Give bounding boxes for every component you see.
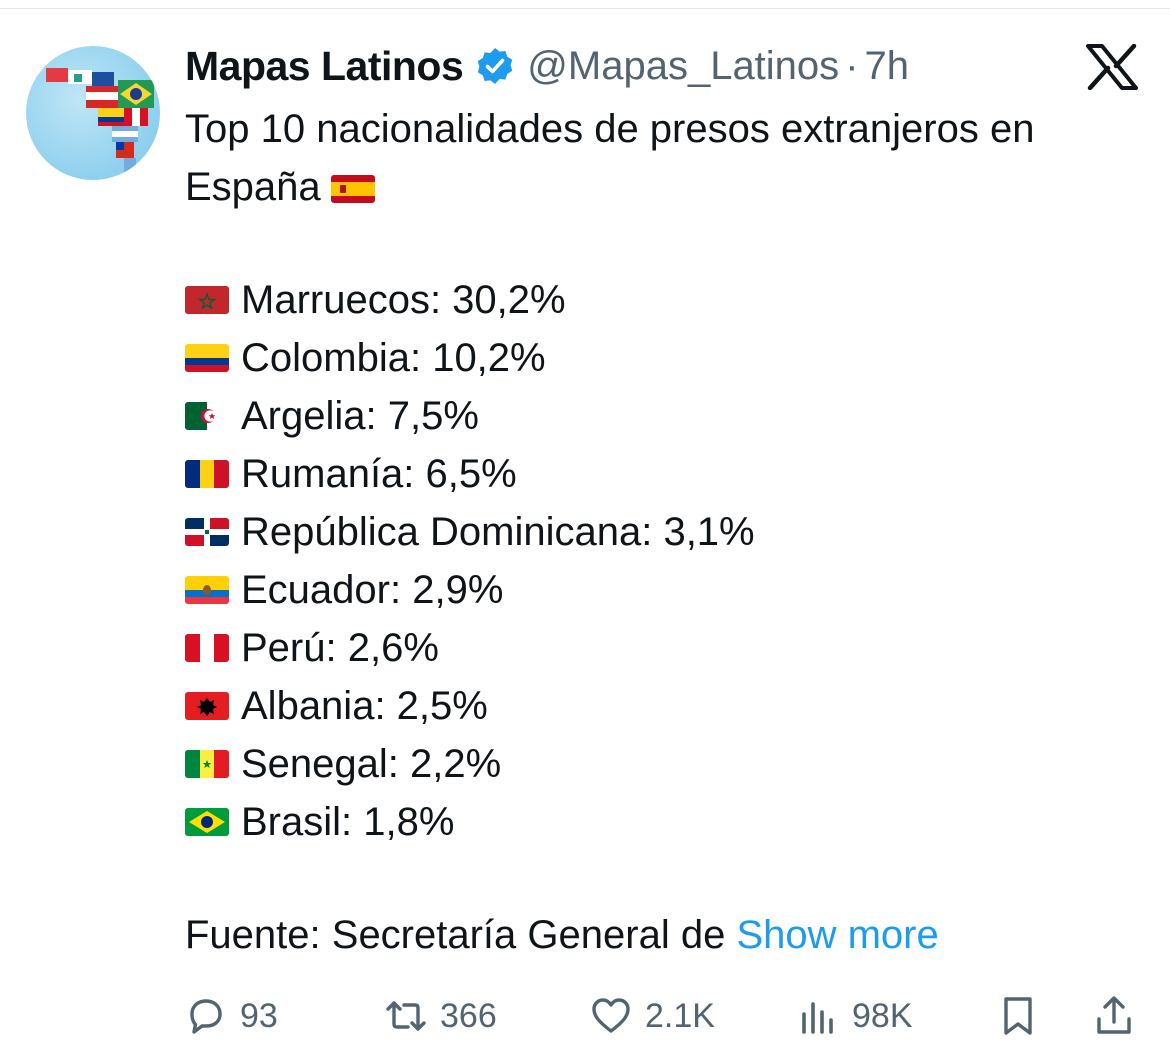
- author-handle[interactable]: @Mapas_Latinos: [527, 44, 839, 89]
- list-item-text: Colombia: 10,2%: [241, 335, 546, 380]
- share-icon: [1097, 996, 1131, 1034]
- tweet-header: Mapas Latinos @Mapas_Latinos · 7h: [185, 38, 909, 94]
- list-item: República Dominicana: 3,1%: [185, 503, 755, 561]
- ecuador-flag-icon: [185, 576, 229, 604]
- reply-count: 93: [240, 996, 278, 1035]
- list-item: Rumanía: 6,5%: [185, 445, 755, 503]
- list-item-text: Senegal: 2,2%: [241, 741, 502, 786]
- source-text: Fuente: Secretaría General de: [185, 913, 737, 957]
- tweet-headline: Top 10 nacionalidades de presos extranje…: [185, 100, 1155, 219]
- list-item: Ecuador: 2,9%: [185, 561, 755, 619]
- list-item: Brasil: 1,8%: [185, 793, 755, 851]
- retweet-icon: [386, 1001, 426, 1031]
- x-logo-icon: [1086, 44, 1138, 90]
- list-item: Albania: 2,5%: [185, 677, 755, 735]
- peru-flag-icon: [185, 634, 229, 662]
- list-item: Colombia: 10,2%: [185, 329, 755, 387]
- romania-flag-icon: [185, 460, 229, 488]
- separator-dot: ·: [845, 43, 859, 88]
- retweet-button[interactable]: 366: [384, 988, 497, 1044]
- dominican-republic-flag-icon: [185, 518, 229, 546]
- brazil-flag-icon: [185, 808, 229, 836]
- spain-flag-icon: [330, 161, 375, 219]
- author-display-name[interactable]: Mapas Latinos: [185, 43, 464, 90]
- source-line: Fuente: Secretaría General de Show more: [185, 906, 939, 964]
- list-item-text: Perú: 2,6%: [241, 625, 439, 670]
- list-item: Senegal: 2,2%: [185, 735, 755, 793]
- headline-text: Top 10 nacionalidades de presos extranje…: [185, 107, 1035, 209]
- show-more-link[interactable]: Show more: [736, 913, 938, 957]
- list-item: Argelia: 7,5%: [185, 387, 755, 445]
- view-count: 98K: [852, 996, 913, 1035]
- tweet-timestamp[interactable]: 7h: [865, 44, 910, 89]
- list-item-text: Ecuador: 2,9%: [241, 567, 504, 612]
- retweet-count: 366: [440, 996, 497, 1035]
- reply-button[interactable]: 93: [184, 988, 278, 1044]
- views-button[interactable]: 98K: [796, 988, 913, 1044]
- verified-badge-icon: [478, 48, 513, 84]
- algeria-flag-icon: [185, 402, 229, 430]
- share-button[interactable]: [1092, 988, 1148, 1044]
- nationality-list: Marruecos: 30,2% Colombia: 10,2% Argelia…: [185, 271, 755, 851]
- list-item-text: Albania: 2,5%: [241, 683, 488, 728]
- list-item-text: Brasil: 1,8%: [241, 799, 455, 844]
- bookmark-icon: [1004, 997, 1032, 1035]
- list-item-text: Argelia: 7,5%: [241, 393, 479, 438]
- bookmark-button[interactable]: [996, 988, 1052, 1044]
- list-item-text: República Dominicana: 3,1%: [241, 509, 755, 554]
- like-button[interactable]: 2.1K: [589, 988, 715, 1044]
- colombia-flag-icon: [185, 344, 229, 372]
- reply-icon: [190, 999, 222, 1034]
- tweet-action-bar: 93 366 2.1K 98K: [184, 988, 1144, 1044]
- senegal-flag-icon: [185, 750, 229, 778]
- avatar[interactable]: [26, 46, 160, 180]
- heart-icon: [592, 998, 630, 1033]
- albania-flag-icon: [185, 692, 229, 720]
- list-item: Perú: 2,6%: [185, 619, 755, 677]
- morocco-flag-icon: [185, 286, 229, 314]
- list-item: Marruecos: 30,2%: [185, 271, 755, 329]
- views-icon: [802, 1002, 833, 1034]
- list-item-text: Rumanía: 6,5%: [241, 451, 517, 496]
- top-divider: [0, 8, 1170, 9]
- list-item-text: Marruecos: 30,2%: [241, 277, 566, 322]
- like-count: 2.1K: [645, 996, 715, 1035]
